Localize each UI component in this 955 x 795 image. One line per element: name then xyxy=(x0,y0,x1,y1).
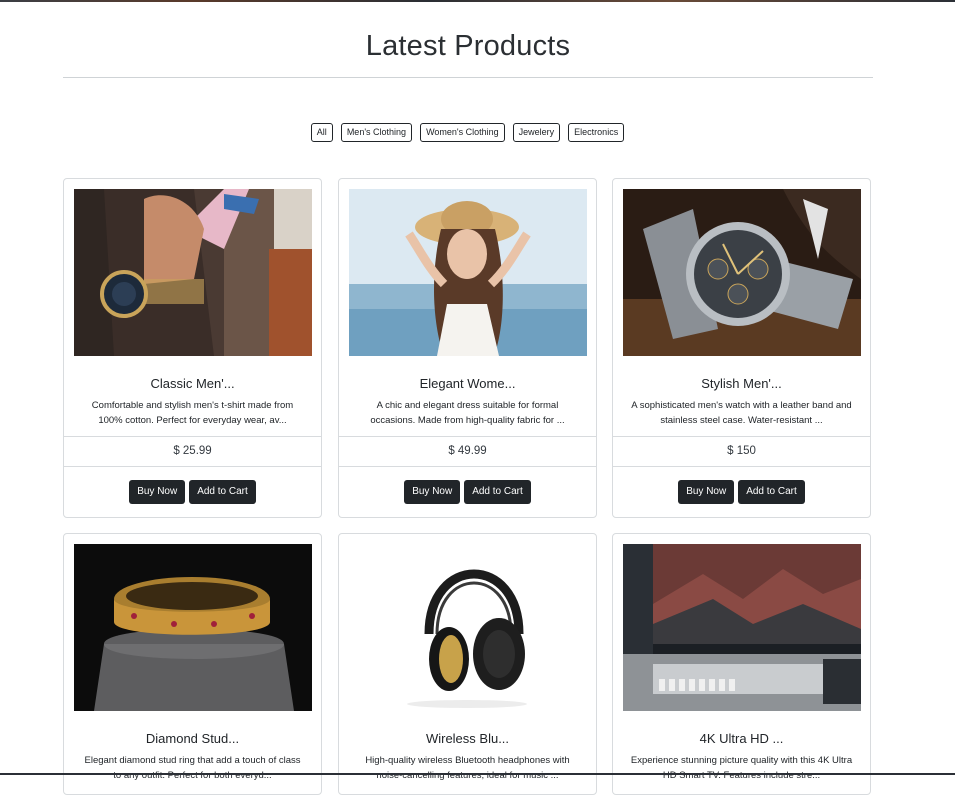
product-description-line: Comfortable and stylish men's t-shirt ma… xyxy=(91,400,294,411)
page-title: Latest Products xyxy=(365,30,571,62)
card-divider xyxy=(613,466,870,467)
product-price: $ 25.99 xyxy=(173,445,212,457)
add-to-cart-button[interactable]: Add to Cart xyxy=(738,480,805,504)
product-image[interactable] xyxy=(623,544,861,711)
product-card: 4K Ultra HD ... Experience stunning pict… xyxy=(612,533,871,795)
category-filters: All Men's Clothing Women's Clothing Jewe… xyxy=(0,123,935,142)
product-description-line: A chic and elegant dress suitable for fo… xyxy=(376,400,559,411)
card-actions: Buy Now Add to Cart xyxy=(64,480,321,504)
product-description: A sophisticated men's watch with a leath… xyxy=(627,398,856,428)
card-divider xyxy=(64,466,321,467)
product-card: Classic Men'... Comfortable and stylish … xyxy=(63,178,322,518)
chronograph-watch-photo-icon xyxy=(623,189,861,356)
product-image[interactable] xyxy=(74,544,312,711)
product-description: High-quality wireless Bluetooth headphon… xyxy=(353,753,582,783)
product-description: Comfortable and stylish men's t-shirt ma… xyxy=(78,398,307,428)
filter-jewelery-button[interactable]: Jewelery xyxy=(512,123,561,142)
product-title[interactable]: Wireless Blu... xyxy=(339,731,596,746)
wristwatch-suit-photo-icon xyxy=(74,189,312,356)
product-description-line: Experience stunning picture quality with… xyxy=(630,755,853,766)
product-description-line: A sophisticated men's watch with a leath… xyxy=(631,400,852,411)
filter-mens-clothing-button[interactable]: Men's Clothing xyxy=(340,123,413,142)
product-card: Elegant Wome... A chic and elegant dress… xyxy=(338,178,597,518)
product-image[interactable] xyxy=(349,544,587,711)
gold-bracelet-photo-icon xyxy=(74,544,312,711)
filter-electronics-button[interactable]: Electronics xyxy=(568,123,625,142)
product-card: Diamond Stud... Elegant diamond stud rin… xyxy=(63,533,322,795)
buy-now-button[interactable]: Buy Now xyxy=(678,480,735,504)
product-description-line: 100% cotton. Perfect for everyday wear, … xyxy=(98,415,287,426)
product-title[interactable]: Elegant Wome... xyxy=(339,376,596,391)
add-to-cart-button[interactable]: Add to Cart xyxy=(464,480,531,504)
product-price: $ 49.99 xyxy=(448,445,487,457)
product-description: A chic and elegant dress suitable for fo… xyxy=(353,398,582,428)
headphones-photo-icon xyxy=(349,544,587,711)
top-image-strip xyxy=(0,0,955,2)
product-description-line: High-quality wireless Bluetooth headphon… xyxy=(365,755,570,766)
buy-now-button[interactable]: Buy Now xyxy=(129,480,186,504)
card-divider xyxy=(64,436,321,437)
product-image[interactable] xyxy=(349,189,587,356)
card-actions: Buy Now Add to Cart xyxy=(613,480,870,504)
product-card: Wireless Blu... High-quality wireless Bl… xyxy=(338,533,597,795)
filter-womens-clothing-button[interactable]: Women's Clothing xyxy=(420,123,505,142)
card-actions: Buy Now Add to Cart xyxy=(339,480,596,504)
product-price: $ 150 xyxy=(727,445,756,457)
product-title[interactable]: Classic Men'... xyxy=(64,376,321,391)
woman-straw-hat-photo-icon xyxy=(349,189,587,356)
product-description-line: Elegant diamond stud ring that add a tou… xyxy=(84,755,301,766)
monitor-keyboard-photo-icon xyxy=(623,544,861,711)
title-divider xyxy=(63,77,873,78)
product-description-line: to any outfit. Perfect for both everyd..… xyxy=(113,770,272,781)
buy-now-button[interactable]: Buy Now xyxy=(404,480,461,504)
product-description: Experience stunning picture quality with… xyxy=(627,753,856,783)
card-divider xyxy=(613,436,870,437)
product-description-line: HD Smart TV. Features include stre... xyxy=(662,770,821,781)
product-image[interactable] xyxy=(74,189,312,356)
filter-all-button[interactable]: All xyxy=(310,123,333,142)
product-description-line: stainless steel case. Water-resistant ..… xyxy=(660,415,823,426)
product-title[interactable]: 4K Ultra HD ... xyxy=(613,731,870,746)
product-title[interactable]: Diamond Stud... xyxy=(64,731,321,746)
product-image[interactable] xyxy=(623,189,861,356)
product-description: Elegant diamond stud ring that add a tou… xyxy=(78,753,307,783)
card-divider xyxy=(339,436,596,437)
card-divider xyxy=(339,466,596,467)
product-description-line: noise-cancelling features, ideal for mus… xyxy=(376,770,559,781)
product-card: Stylish Men'... A sophisticated men's wa… xyxy=(612,178,871,518)
add-to-cart-button[interactable]: Add to Cart xyxy=(189,480,256,504)
product-title[interactable]: Stylish Men'... xyxy=(613,376,870,391)
product-description-line: occasions. Made from high-quality fabric… xyxy=(370,415,565,426)
